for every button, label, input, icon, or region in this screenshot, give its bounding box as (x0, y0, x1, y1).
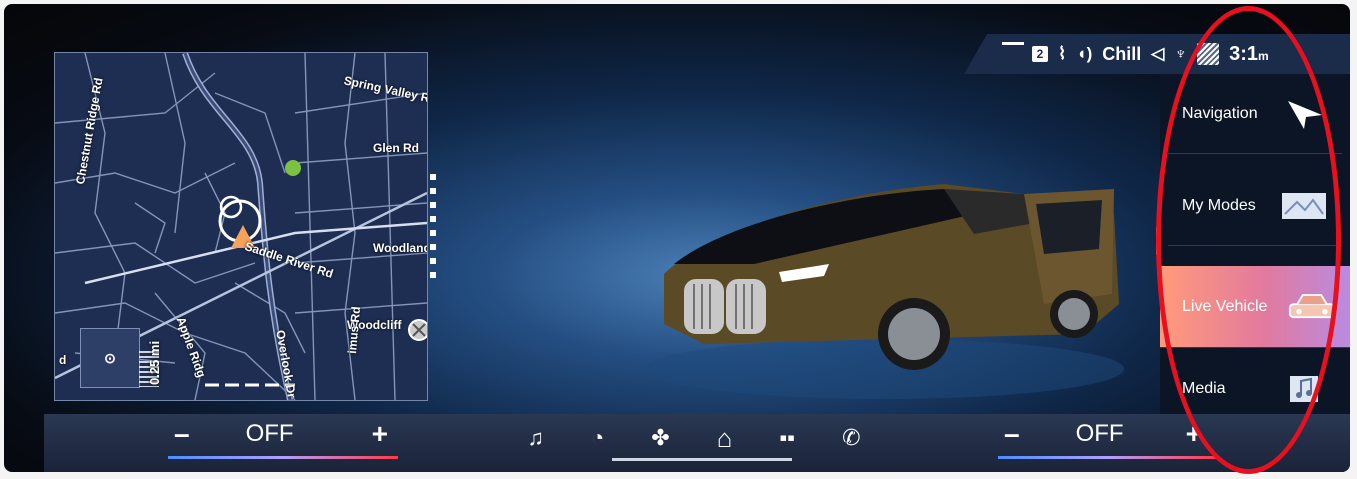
menu-item-label: Media (1182, 380, 1226, 397)
voice-assistant-icon: ◖) (1076, 44, 1093, 63)
status-bar: 2 ⌇ ◖) Chill ◁ ♆ 3:1m (964, 34, 1350, 74)
apps-icon[interactable]: ▪▪ (779, 425, 795, 451)
home-icon[interactable]: ⌂ (717, 423, 733, 454)
road-label: Woodland (373, 241, 428, 255)
fan-icon[interactable]: ✤ (651, 425, 669, 451)
menu-item-navigation[interactable]: Navigation (1168, 74, 1342, 154)
status-dash (1002, 42, 1024, 45)
left-temp-increase-button[interactable]: + (372, 418, 388, 450)
right-temp-indicator (998, 456, 1218, 459)
infotainment-screen: Spring Valley Rd Glen Rd Chestnut Ridge … (4, 4, 1350, 472)
right-temp-increase-button[interactable]: + (1186, 418, 1202, 450)
map-widget[interactable]: Spring Valley Rd Glen Rd Chestnut Ridge … (54, 52, 428, 401)
side-menu: Navigation My Modes Live Vehicle Media (1160, 74, 1350, 414)
road-label: Glen Rd (373, 141, 420, 155)
menu-item-label: My Modes (1182, 196, 1256, 214)
climate-dock-bar: – OFF + ♫ ◔ ✤ ⌂ ▪▪ ✆ – OFF + (44, 414, 1350, 472)
compass-icon: ⊙ (104, 349, 116, 366)
assist-icon[interactable]: ◔ (591, 425, 604, 451)
dock-active-indicator (612, 458, 792, 461)
clock-time: 3:1m (1229, 42, 1269, 65)
mountain-icon (1280, 192, 1328, 220)
left-climate-control: – OFF + (174, 418, 388, 450)
car-front-icon (1288, 293, 1336, 321)
music-note-icon[interactable]: ♫ (528, 425, 545, 451)
app-dock: ♫ ◔ ✤ ⌂ ▪▪ ✆ (504, 414, 884, 462)
menu-item-label: Navigation (1182, 104, 1258, 122)
menu-item-my-modes[interactable]: My Modes (1168, 166, 1342, 246)
right-temp-decrease-button[interactable]: – (1004, 418, 1020, 450)
menu-item-label: Live Vehicle (1182, 297, 1268, 315)
scale-label: 0.25 mi (147, 340, 162, 385)
right-climate-control: – OFF + (1004, 418, 1202, 450)
map-edge-indicator (430, 174, 436, 284)
volume-icon[interactable]: ◁ (1151, 44, 1164, 64)
menu-item-media[interactable]: Media (1168, 364, 1342, 414)
navigation-arrow-icon (1280, 100, 1328, 129)
microphone-icon[interactable]: ♆ (1174, 44, 1187, 64)
notification-count-badge[interactable]: 2 (1032, 46, 1048, 62)
wifi-signal-icon: ⌇ (1058, 44, 1067, 63)
left-temp-value: OFF (245, 420, 294, 447)
road-label: d (59, 353, 67, 367)
compass-button[interactable]: ⊙ (80, 328, 140, 388)
phone-icon[interactable]: ✆ (842, 425, 860, 451)
menu-scroll-handle[interactable] (1156, 226, 1161, 256)
vehicle-image (644, 184, 1124, 399)
menu-item-live-vehicle[interactable]: Live Vehicle (1160, 266, 1350, 348)
right-temp-value: OFF (1075, 420, 1124, 447)
left-temp-decrease-button[interactable]: – (174, 418, 190, 450)
profile-avatar-icon[interactable] (1197, 43, 1220, 65)
drive-mode-label[interactable]: Chill (1102, 44, 1141, 65)
music-note-icon (1280, 375, 1328, 403)
left-temp-indicator (168, 456, 398, 459)
